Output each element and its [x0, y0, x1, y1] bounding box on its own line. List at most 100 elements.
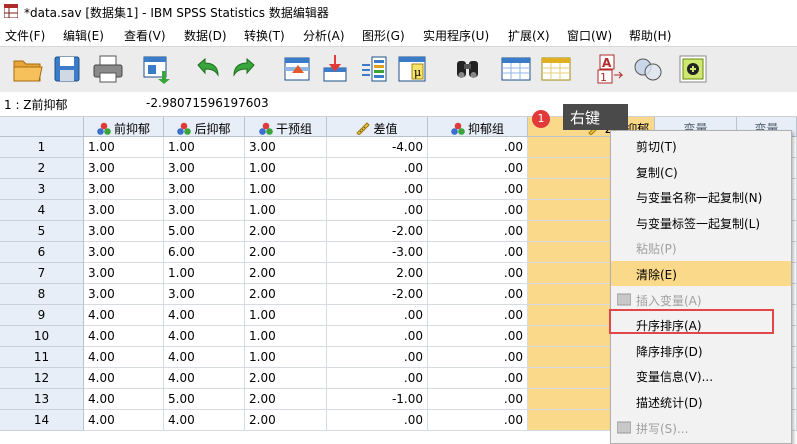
context-menu-item[interactable]: 变量信息(V)... — [611, 363, 791, 388]
spelling-icon[interactable] — [677, 53, 707, 85]
row-header[interactable]: 1 — [0, 137, 84, 158]
data-cell[interactable]: 2.00 — [245, 242, 327, 263]
menu-data[interactable]: 数据(D) — [184, 27, 227, 44]
data-cell[interactable]: 2.00 — [245, 368, 327, 389]
context-menu-item[interactable]: 复制(C) — [611, 159, 791, 184]
context-menu-item[interactable]: 与变量名称一起复制(N) — [611, 184, 791, 209]
data-cell[interactable]: 4.00 — [84, 410, 164, 431]
row-header[interactable]: 14 — [0, 410, 84, 431]
open-folder-icon[interactable] — [12, 53, 43, 85]
row-header[interactable]: 7 — [0, 263, 84, 284]
menu-edit[interactable]: 编辑(E) — [63, 27, 104, 44]
column-header[interactable]: 抑郁组 — [428, 117, 528, 137]
row-header[interactable]: 9 — [0, 305, 84, 326]
data-cell[interactable]: .00 — [327, 158, 428, 179]
data-cell[interactable]: .00 — [428, 158, 528, 179]
data-cell[interactable]: .00 — [327, 368, 428, 389]
data-cell[interactable]: 3.00 — [84, 179, 164, 200]
select-cases-icon[interactable]: A1 — [594, 53, 624, 85]
row-header[interactable]: 6 — [0, 242, 84, 263]
weight-cases-icon[interactable] — [540, 53, 571, 85]
data-cell[interactable]: 2.00 — [245, 410, 327, 431]
data-cell[interactable]: .00 — [428, 410, 528, 431]
split-file-icon[interactable] — [500, 53, 531, 85]
data-cell[interactable]: .00 — [428, 242, 528, 263]
row-header[interactable]: 8 — [0, 284, 84, 305]
data-cell[interactable]: 2.00 — [327, 263, 428, 284]
use-sets-icon[interactable] — [632, 53, 662, 85]
data-cell[interactable]: 1.00 — [164, 137, 245, 158]
data-cell[interactable]: 3.00 — [164, 158, 245, 179]
data-cell[interactable]: 4.00 — [84, 368, 164, 389]
data-cell[interactable]: .00 — [428, 200, 528, 221]
column-header[interactable]: 干预组 — [245, 117, 327, 137]
data-cell[interactable]: 2.00 — [245, 389, 327, 410]
data-cell[interactable]: 1.00 — [245, 326, 327, 347]
redo-icon[interactable] — [228, 53, 258, 85]
column-header[interactable]: 前抑郁 — [84, 117, 164, 137]
data-cell[interactable]: 4.00 — [164, 368, 245, 389]
data-cell[interactable]: 4.00 — [164, 410, 245, 431]
context-menu-item[interactable]: 降序排序(D) — [611, 338, 791, 363]
data-cell[interactable]: 4.00 — [164, 326, 245, 347]
row-header[interactable]: 12 — [0, 368, 84, 389]
undo-icon[interactable] — [192, 53, 222, 85]
menu-extensions[interactable]: 扩展(X) — [508, 27, 550, 44]
goto-case-icon[interactable] — [282, 53, 312, 85]
data-cell[interactable]: .00 — [428, 263, 528, 284]
data-cell[interactable]: 1.00 — [84, 137, 164, 158]
data-cell[interactable]: .00 — [327, 200, 428, 221]
value-labels-icon[interactable]: μ — [396, 53, 426, 85]
save-icon[interactable] — [52, 53, 82, 85]
data-cell[interactable]: .00 — [428, 347, 528, 368]
data-cell[interactable]: -4.00 — [327, 137, 428, 158]
menu-utilities[interactable]: 实用程序(U) — [423, 27, 489, 44]
data-cell[interactable]: .00 — [327, 410, 428, 431]
context-menu-item[interactable]: 与变量标签一起复制(L) — [611, 210, 791, 235]
data-cell[interactable]: 3.00 — [164, 284, 245, 305]
data-cell[interactable]: 3.00 — [164, 200, 245, 221]
data-cell[interactable]: 1.00 — [164, 263, 245, 284]
row-header[interactable]: 11 — [0, 347, 84, 368]
row-header[interactable]: 5 — [0, 221, 84, 242]
data-cell[interactable]: 3.00 — [84, 284, 164, 305]
data-cell[interactable]: 6.00 — [164, 242, 245, 263]
data-cell[interactable]: .00 — [327, 179, 428, 200]
data-cell[interactable]: 5.00 — [164, 221, 245, 242]
data-cell[interactable]: .00 — [428, 326, 528, 347]
data-cell[interactable]: 1.00 — [245, 305, 327, 326]
column-header[interactable]: 后抑郁 — [164, 117, 245, 137]
data-cell[interactable]: -2.00 — [327, 284, 428, 305]
data-cell[interactable]: 2.00 — [245, 263, 327, 284]
cell-value-input[interactable]: -2.98071596197603 — [142, 94, 792, 112]
data-cell[interactable]: 3.00 — [84, 158, 164, 179]
menu-help[interactable]: 帮助(H) — [629, 27, 671, 44]
data-cell[interactable]: 1.00 — [245, 158, 327, 179]
data-cell[interactable]: 4.00 — [84, 305, 164, 326]
data-cell[interactable]: 3.00 — [84, 221, 164, 242]
data-cell[interactable]: .00 — [327, 326, 428, 347]
data-cell[interactable]: 3.00 — [84, 242, 164, 263]
data-cell[interactable]: .00 — [428, 389, 528, 410]
data-cell[interactable]: .00 — [428, 305, 528, 326]
data-cell[interactable]: -3.00 — [327, 242, 428, 263]
row-header[interactable]: 10 — [0, 326, 84, 347]
menu-transform[interactable]: 转换(T) — [244, 27, 285, 44]
data-cell[interactable]: .00 — [327, 347, 428, 368]
data-cell[interactable]: .00 — [428, 179, 528, 200]
data-cell[interactable]: 1.00 — [245, 179, 327, 200]
data-cell[interactable]: -2.00 — [327, 221, 428, 242]
column-header[interactable]: 差值 — [327, 117, 428, 137]
row-header[interactable]: 3 — [0, 179, 84, 200]
data-cell[interactable]: 4.00 — [84, 347, 164, 368]
menu-window[interactable]: 窗口(W) — [567, 27, 612, 44]
data-cell[interactable]: -1.00 — [327, 389, 428, 410]
row-header[interactable]: 4 — [0, 200, 84, 221]
context-menu-item[interactable]: 清除(E) — [611, 261, 791, 286]
data-cell[interactable]: 1.00 — [245, 200, 327, 221]
menu-file[interactable]: 文件(F) — [5, 27, 45, 44]
dialog-recall-icon[interactable] — [142, 53, 172, 85]
data-cell[interactable]: 4.00 — [164, 347, 245, 368]
data-cell[interactable]: 4.00 — [84, 326, 164, 347]
data-cell[interactable]: 3.00 — [164, 179, 245, 200]
